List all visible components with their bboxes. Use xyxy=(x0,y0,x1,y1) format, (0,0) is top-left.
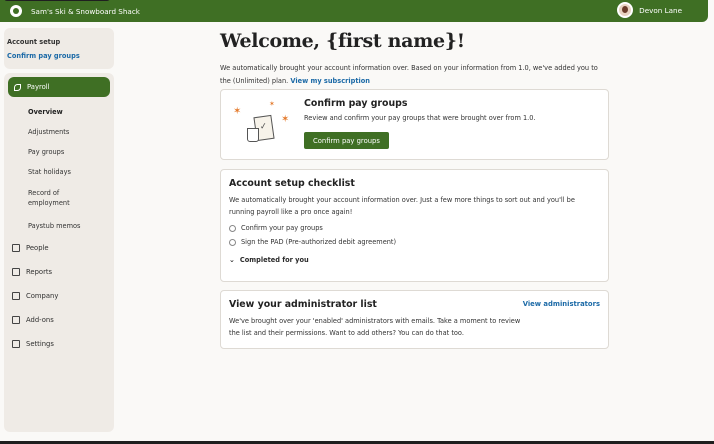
confirm-card-text: Review and confirm your pay groups that … xyxy=(304,114,536,122)
sidebar-subitem-paystub-memos[interactable]: Paystub memos xyxy=(8,216,110,236)
sidebar-item-people[interactable]: People xyxy=(8,236,110,260)
pay-groups-illustration: ✶ ✶ ✶ xyxy=(229,98,289,150)
confirm-pay-groups-card: ✶ ✶ ✶ Confirm pay groups Review and conf… xyxy=(220,89,609,160)
intro-body: We automatically brought your account in… xyxy=(220,64,598,85)
setup-checklist-card: Account setup checklist We automatically… xyxy=(220,169,609,282)
checklist-text: We automatically brought your account in… xyxy=(229,196,575,217)
page-title: Welcome, {first name}! xyxy=(220,30,465,52)
company-icon xyxy=(12,292,20,300)
confirm-card-title: Confirm pay groups xyxy=(304,98,408,109)
sidebar-subitem-pay-groups[interactable]: Pay groups xyxy=(8,142,110,162)
sidebar-subitem-overview[interactable]: Overview xyxy=(8,102,110,122)
view-administrators-link[interactable]: View administrators xyxy=(523,300,600,308)
sidebar-item-label: People xyxy=(26,244,49,252)
completed-label: Completed for you xyxy=(239,256,309,265)
administrator-list-card: View your administrator list View admini… xyxy=(220,290,609,349)
sidebar-item-settings[interactable]: Settings xyxy=(8,332,110,356)
user-name: Devon Lane xyxy=(639,5,682,15)
chevron-down-icon: ⌄ xyxy=(229,256,235,265)
user-menu[interactable]: Devon Lane xyxy=(617,2,682,18)
top-notch xyxy=(4,0,110,1)
sidebar-item-add-ons[interactable]: Add-ons xyxy=(8,308,110,332)
sidebar-item-company[interactable]: Company xyxy=(8,284,110,308)
checklist-item-label: Sign the PAD (Pre-authorized debit agree… xyxy=(241,238,397,247)
avatar xyxy=(617,2,634,18)
checklist-title: Account setup checklist xyxy=(229,178,355,189)
confirm-pay-groups-link[interactable]: Confirm pay groups xyxy=(7,52,111,60)
reports-icon xyxy=(12,268,20,276)
radio-button[interactable] xyxy=(229,224,236,232)
sidebar-item-label: Reports xyxy=(26,268,53,276)
sparkle-icon: ✶ xyxy=(233,106,242,117)
checklist-item-label: Confirm your pay groups xyxy=(241,224,323,233)
sidebar-item-label: Settings xyxy=(26,340,54,348)
radio-button[interactable] xyxy=(229,238,236,246)
sparkle-icon: ✶ xyxy=(281,114,290,125)
checklist-item[interactable]: Confirm your pay groups xyxy=(229,224,600,232)
account-setup-title: Account setup xyxy=(7,38,61,46)
account-setup-panel: Account setup Confirm pay groups xyxy=(4,28,114,69)
add-ons-icon xyxy=(12,316,20,324)
view-subscription-link[interactable]: View my subscription xyxy=(290,77,370,85)
brand-name: Sam's Ski & Snowboard Shack xyxy=(31,6,140,16)
main-content: Welcome, {first name}! We automatically … xyxy=(220,30,610,87)
checklist-item[interactable]: Sign the PAD (Pre-authorized debit agree… xyxy=(229,238,600,246)
payroll-icon xyxy=(14,83,21,91)
sidebar: Payroll Overview Adjustments Pay groups … xyxy=(4,73,114,432)
sidebar-item-label: Company xyxy=(26,292,59,300)
sidebar-subitem-adjustments[interactable]: Adjustments xyxy=(8,122,110,142)
sidebar-item-reports[interactable]: Reports xyxy=(8,260,110,284)
sparkle-icon: ✶ xyxy=(269,100,275,108)
intro-text: We automatically brought your account in… xyxy=(220,62,610,87)
sidebar-item-label: Payroll xyxy=(27,83,50,91)
completed-toggle[interactable]: ⌄ Completed for you xyxy=(229,256,600,264)
confirm-pay-groups-button[interactable]: Confirm pay groups xyxy=(304,132,389,149)
sidebar-item-payroll[interactable]: Payroll xyxy=(8,77,110,97)
sidebar-subitem-record-of-employment[interactable]: Record of employment xyxy=(8,182,94,216)
admin-card-text: We've brought over your 'enabled' admini… xyxy=(229,317,521,338)
sidebar-item-label: Add-ons xyxy=(26,316,54,324)
settings-icon xyxy=(12,340,20,348)
people-icon xyxy=(12,244,20,252)
top-bar: Sam's Ski & Snowboard Shack Devon Lane xyxy=(0,0,708,22)
cup-icon xyxy=(247,128,259,142)
brand-logo-icon xyxy=(10,5,22,17)
sidebar-subitem-stat-holidays[interactable]: Stat holidays xyxy=(8,162,110,182)
